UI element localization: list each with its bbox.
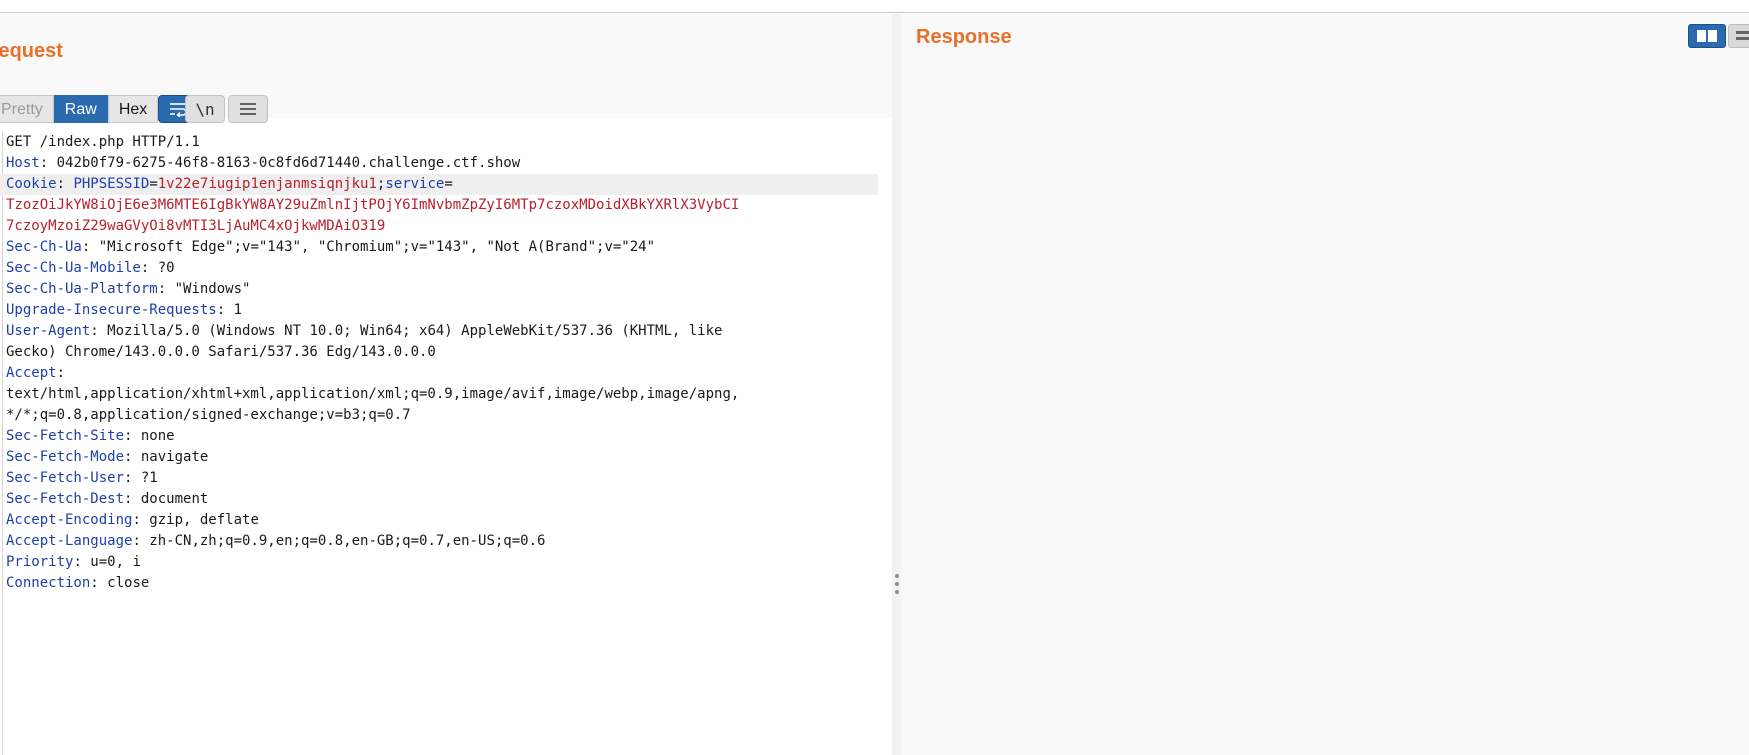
request-line: Cookie: PHPSESSID=1v22e7iugip1enjanmsiqn… [0,174,878,195]
request-line: Accept: [6,365,66,381]
header-name: User-Agent [6,323,91,339]
list-view-button[interactable] [1728,24,1749,48]
show-newlines-button[interactable]: \n [185,95,225,123]
header-name: Accept-Encoding [6,512,133,528]
header-name: Upgrade-Insecure-Requests [6,302,217,318]
header-value: gzip, deflate [140,512,259,528]
tab-hex[interactable]: Hex [107,95,159,123]
request-text-line: Gecko) Chrome/143.0.0.0 Safari/537.36 Ed… [6,344,436,360]
request-line: Sec-Fetch-Dest: document [6,491,209,507]
list-view-icon [1736,31,1749,40]
request-view-tabs: Pretty Raw Hex [0,95,159,123]
request-text-line: */*;q=0.8,application/signed-exchange;v=… [6,407,411,423]
header-name: Cookie [6,176,57,192]
request-line: Priority: u=0, i [6,554,141,570]
request-line: Accept-Encoding: gzip, deflate [6,512,259,528]
request-line: Gecko) Chrome/143.0.0.0 Safari/537.36 Ed… [6,342,878,363]
header-name: Sec-Ch-Ua-Platform [6,281,158,297]
header-name: Connection [6,575,91,591]
header-value: zh-CN,zh;q=0.9,en;q=0.8,en-GB;q=0.7,en-U… [140,533,546,549]
request-line: Host: 042b0f79-6275-46f8-8163-0c8fd6d714… [6,155,521,171]
request-editor[interactable]: GET /index.php HTTP/1.1 Host: 042b0f79-62… [0,132,880,755]
cookie-name: PHPSESSID [73,176,150,192]
header-name: Sec-Ch-Ua-Mobile [6,260,141,276]
request-line: Sec-Fetch-Mode: navigate [6,449,209,465]
header-value: navigate [132,449,209,465]
request-line: Accept-Language: zh-CN,zh;q=0.9,en;q=0.8… [6,533,546,549]
header-name: Priority [6,554,74,570]
header-value: "Microsoft Edge";v="143", "Chromium";v="… [90,239,656,255]
header-value: 042b0f79-6275-46f8-8163-0c8fd6d71440.cha… [48,155,521,171]
request-line: Sec-Fetch-Site: none [6,428,175,444]
header-value: close [98,575,150,591]
pane-splitter[interactable] [892,14,901,755]
tab-pretty[interactable]: Pretty [0,95,54,123]
request-text-line: GET /index.php HTTP/1.1 [6,134,200,150]
header-name: Sec-Fetch-Dest [6,491,125,507]
header-value: none [132,428,175,444]
cookie-name: service [385,176,445,192]
newline-label: \n [195,99,215,119]
header-name: Accept [6,365,57,381]
hamburger-menu-icon [240,103,256,115]
header-value: u=0, i [81,554,141,570]
request-line: */*;q=0.8,application/signed-exchange;v=… [6,405,878,426]
request-title: Request [0,40,63,62]
request-line: 7czoyMzoiZ29waGVyOi8vMTI3LjAuMC4xOjkwMDA… [6,216,878,237]
request-line: text/html,application/xhtml+xml,applicat… [6,384,878,405]
request-line: Connection: close [6,575,150,591]
request-text-line: text/html,application/xhtml+xml,applicat… [6,386,740,402]
split-view-icon [1697,30,1717,42]
header-value: ?1 [132,470,158,486]
request-line: Upgrade-Insecure-Requests: 1 [6,302,243,318]
request-text: GET /index.php HTTP/1.1 Host: 042b0f79-62… [0,132,878,594]
header-value: "Windows" [166,281,251,297]
header-name: Sec-Fetch-Mode [6,449,125,465]
tab-raw[interactable]: Raw [53,95,108,123]
request-pane: Request Pretty Raw Hex \n GET /index.php… [0,14,892,755]
request-line: GET /index.php HTTP/1.1 [6,132,878,153]
request-line: TzozOiJkYW8iOjE6e3M6MTE6IgBkYW8AY29uZmln… [6,195,878,216]
header-name: Sec-Ch-Ua [6,239,82,255]
header-name: Host [6,155,40,171]
response-pane [901,14,1749,755]
cookie-value: TzozOiJkYW8iOjE6e3M6MTE6IgBkYW8AY29uZmln… [6,197,740,213]
request-line: Sec-Fetch-User: ?1 [6,470,158,486]
editor-gutter [2,132,3,755]
header-value: 1 [225,302,243,318]
header-value: Mozilla/5.0 (Windows NT 10.0; Win64; x64… [98,323,723,339]
split-view-button[interactable] [1688,24,1726,48]
header-value: document [132,491,209,507]
request-line: Sec-Ch-Ua: "Microsoft Edge";v="143", "Ch… [6,239,656,255]
request-line: User-Agent: Mozilla/5.0 (Windows NT 10.0… [6,323,723,339]
drag-handle-icon[interactable] [895,574,899,598]
top-divider [0,12,1749,13]
header-name: Sec-Fetch-Site [6,428,125,444]
header-value: ?0 [149,260,175,276]
header-name: Sec-Fetch-User [6,470,125,486]
request-line: Sec-Ch-Ua-Mobile: ?0 [6,260,175,276]
cookie-value: 1v22e7iugip1enjanmsiqnjku1 [157,176,377,192]
response-title: Response [916,26,1012,48]
cookie-value: 7czoyMzoiZ29waGVyOi8vMTI3LjAuMC4xOjkwMDA… [6,218,386,234]
menu-button[interactable] [228,95,268,123]
header-name: Accept-Language [6,533,133,549]
request-line: Sec-Ch-Ua-Platform: "Windows" [6,281,251,297]
